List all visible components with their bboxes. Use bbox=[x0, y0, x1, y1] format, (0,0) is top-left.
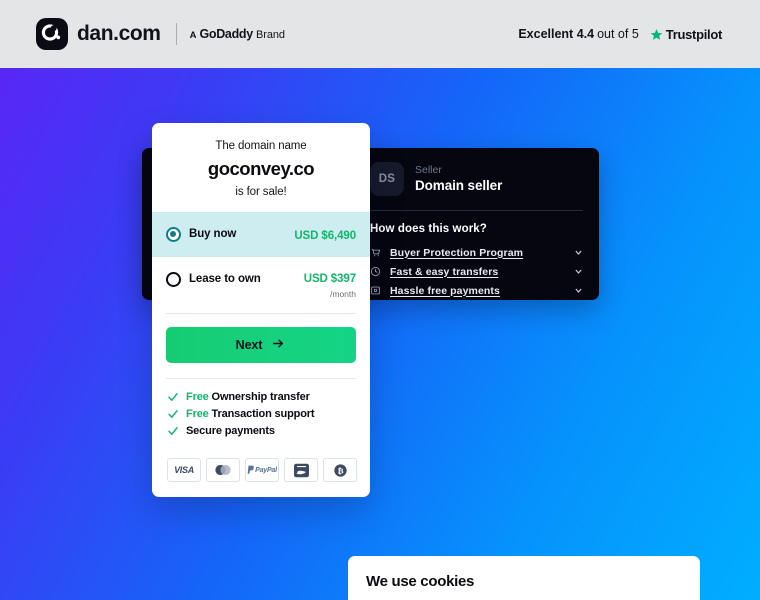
benefit-label: Ownership transfer bbox=[211, 391, 310, 403]
accordion-label: Buyer Protection Program bbox=[390, 246, 524, 259]
chevron-down-icon[interactable] bbox=[574, 267, 583, 276]
paypal-label: PayPal bbox=[255, 466, 277, 474]
svg-text:₿: ₿ bbox=[337, 466, 343, 475]
domain-purchase-card: The domain name goconvey.co is for sale!… bbox=[152, 123, 370, 497]
domain-prefix-text: The domain name bbox=[215, 140, 307, 152]
list-item: Secure payments bbox=[167, 425, 356, 437]
benefit-label: Secure payments bbox=[186, 425, 275, 437]
option-price: USD $6,490 bbox=[294, 230, 356, 242]
site-header: dan.com A GoDaddy Brand Excellent 4.4 ou… bbox=[0, 0, 760, 68]
option-period: /month bbox=[330, 289, 356, 299]
option-label: Buy now bbox=[189, 228, 237, 240]
domain-headline: The domain name goconvey.co is for sale! bbox=[152, 123, 370, 212]
list-item: Free Ownership transfer bbox=[167, 391, 356, 403]
page-root: dan.com A GoDaddy Brand Excellent 4.4 ou… bbox=[0, 0, 760, 600]
option-price-box: USD $397 /month bbox=[304, 271, 356, 300]
visa-label: VISA bbox=[174, 465, 194, 475]
chevron-down-icon[interactable] bbox=[574, 286, 583, 295]
check-icon bbox=[167, 425, 180, 437]
next-button-label: Next bbox=[235, 338, 263, 352]
paypal-icon: PayPal bbox=[245, 458, 279, 482]
godaddy-brand-word: Brand bbox=[256, 29, 285, 41]
option-price: USD $397 bbox=[303, 273, 356, 285]
star-icon bbox=[650, 28, 663, 41]
clock-icon bbox=[370, 266, 386, 277]
godaddy-a: A bbox=[189, 30, 197, 41]
how-it-works-title: How does this work? bbox=[370, 223, 487, 235]
seller-header: DS Seller Domain seller bbox=[370, 162, 583, 210]
godaddy-brand-line: A GoDaddy Brand bbox=[190, 27, 285, 41]
option-lease-to-own[interactable]: Lease to own USD $397 /month bbox=[152, 257, 370, 313]
brand-name: dan.com bbox=[77, 22, 161, 45]
domain-suffix-text: is for sale! bbox=[235, 186, 287, 198]
payment-methods: VISA PayPal ₿ bbox=[152, 453, 370, 497]
trust-outof: out of 5 bbox=[597, 27, 639, 41]
option-label: Lease to own bbox=[189, 273, 261, 285]
benefit-text: Secure payments bbox=[186, 425, 275, 437]
alipay-icon bbox=[284, 458, 318, 482]
list-item: Free Transaction support bbox=[167, 408, 356, 420]
option-buy-now[interactable]: Buy now USD $6,490 bbox=[152, 212, 370, 257]
check-icon bbox=[167, 408, 180, 420]
accordion-item-hassle-free-payments[interactable]: Hassle free payments bbox=[370, 281, 583, 300]
arrow-right-icon bbox=[271, 337, 286, 353]
accordion-item-fast-transfers[interactable]: Fast & easy transfers bbox=[370, 262, 583, 281]
accordion-label: Hassle free payments bbox=[390, 284, 500, 297]
seller-name: Domain seller bbox=[415, 178, 503, 193]
benefit-free-tag: Free bbox=[186, 408, 209, 420]
accordion-item-buyer-protection[interactable]: Buyer Protection Program bbox=[370, 243, 583, 262]
benefit-text: Free Transaction support bbox=[186, 408, 315, 420]
accordion-label: Fast & easy transfers bbox=[390, 265, 499, 278]
option-price-box: USD $6,490 bbox=[294, 226, 356, 244]
benefit-label: Transaction support bbox=[211, 408, 315, 420]
radio-selected-icon[interactable] bbox=[166, 227, 181, 242]
seller-label: Seller bbox=[415, 164, 442, 176]
dan-logo-glyph bbox=[41, 24, 61, 41]
next-button-wrap: Next bbox=[152, 314, 370, 378]
godaddy-name: GoDaddy bbox=[199, 27, 253, 41]
trustpilot-rating[interactable]: Excellent 4.4 out of 5 Trustpilot bbox=[518, 27, 722, 42]
avatar: DS bbox=[370, 162, 404, 196]
trustpilot-name: Trustpilot bbox=[665, 26, 723, 42]
cookie-banner-title: We use cookies bbox=[366, 573, 475, 590]
brand-divider bbox=[175, 23, 177, 45]
seller-divider bbox=[370, 210, 583, 211]
radio-unselected-icon[interactable] bbox=[166, 272, 181, 287]
chevron-down-icon[interactable] bbox=[574, 248, 583, 257]
benefit-free-tag: Free bbox=[186, 391, 209, 403]
payment-card-icon bbox=[370, 285, 386, 296]
dan-logo-icon bbox=[36, 18, 68, 50]
brand-area[interactable]: dan.com A GoDaddy Brand bbox=[36, 18, 285, 50]
check-icon bbox=[167, 391, 180, 403]
page-title: goconvey.co bbox=[207, 158, 315, 179]
bitcoin-icon: ₿ bbox=[323, 458, 357, 482]
shield-cart-icon bbox=[370, 247, 386, 258]
cookie-banner: We use cookies bbox=[348, 556, 700, 600]
benefit-text: Free Ownership transfer bbox=[186, 391, 310, 403]
seller-meta: Seller Domain seller bbox=[415, 164, 502, 194]
benefits-list: Free Ownership transfer Free Transaction… bbox=[152, 379, 370, 453]
next-button[interactable]: Next bbox=[166, 327, 356, 363]
trust-score: Excellent 4.4 bbox=[518, 27, 595, 41]
mastercard-icon bbox=[206, 458, 240, 482]
visa-icon: VISA bbox=[167, 458, 201, 482]
